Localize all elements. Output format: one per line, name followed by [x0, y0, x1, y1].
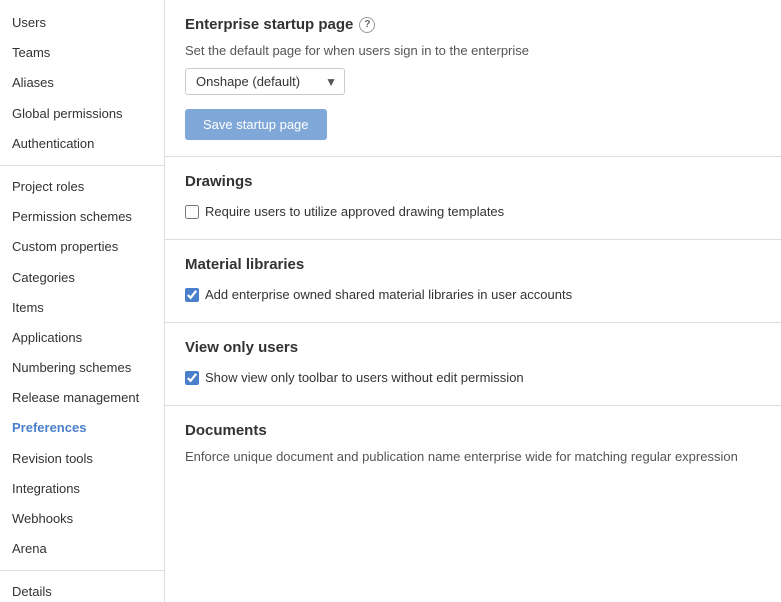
view-only-checkbox-label: Show view only toolbar to users without … — [205, 370, 524, 385]
sidebar-item-revision-tools[interactable]: Revision tools — [0, 444, 164, 474]
sidebar-item-teams[interactable]: Teams — [0, 38, 164, 68]
startup-title: Enterprise startup page ? — [185, 16, 761, 33]
drawings-checkbox-row[interactable]: Require users to utilize approved drawin… — [185, 200, 761, 223]
startup-description: Set the default page for when users sign… — [185, 43, 761, 58]
sidebar-item-global-permissions[interactable]: Global permissions — [0, 99, 164, 129]
drawings-title: Drawings — [185, 173, 761, 190]
sidebar-item-project-roles[interactable]: Project roles — [0, 172, 164, 202]
startup-title-text: Enterprise startup page — [185, 16, 353, 33]
sidebar-item-permission-schemes[interactable]: Permission schemes — [0, 202, 164, 232]
sidebar-item-categories[interactable]: Categories — [0, 263, 164, 293]
sidebar-item-authentication[interactable]: Authentication — [0, 129, 164, 159]
documents-title: Documents — [185, 422, 761, 439]
sidebar-item-details[interactable]: Details — [0, 577, 164, 602]
sidebar-item-release-management[interactable]: Release management — [0, 383, 164, 413]
sidebar-item-applications[interactable]: Applications — [0, 323, 164, 353]
sidebar-item-preferences[interactable]: Preferences — [0, 413, 164, 443]
view-only-checkbox-row[interactable]: Show view only toolbar to users without … — [185, 366, 761, 389]
sidebar-item-arena[interactable]: Arena — [0, 534, 164, 564]
view-only-checkbox[interactable] — [185, 371, 199, 385]
drawings-checkbox[interactable] — [185, 205, 199, 219]
main-content: Enterprise startup page ? Set the defaul… — [165, 0, 781, 602]
save-startup-button[interactable]: Save startup page — [185, 109, 327, 140]
view-only-title: View only users — [185, 339, 761, 356]
sidebar-item-integrations[interactable]: Integrations — [0, 474, 164, 504]
help-icon[interactable]: ? — [359, 17, 375, 33]
material-libraries-title: Material libraries — [185, 256, 761, 273]
sidebar-item-custom-properties[interactable]: Custom properties — [0, 232, 164, 262]
sidebar-divider — [0, 570, 164, 571]
sidebar-item-aliases[interactable]: Aliases — [0, 68, 164, 98]
sidebar-item-users[interactable]: Users — [0, 8, 164, 38]
material-libraries-checkbox[interactable] — [185, 288, 199, 302]
sidebar-item-webhooks[interactable]: Webhooks — [0, 504, 164, 534]
startup-dropdown[interactable]: Onshape (default)DocumentsDashboard — [185, 68, 345, 95]
material-libraries-section: Material libraries Add enterprise owned … — [165, 240, 781, 323]
material-libraries-checkbox-label: Add enterprise owned shared material lib… — [205, 287, 572, 302]
material-libraries-checkbox-row[interactable]: Add enterprise owned shared material lib… — [185, 283, 761, 306]
sidebar: UsersTeamsAliasesGlobal permissionsAuthe… — [0, 0, 165, 602]
drawings-checkbox-label: Require users to utilize approved drawin… — [205, 204, 504, 219]
documents-section: Documents Enforce unique document and pu… — [165, 406, 781, 490]
drawings-section: Drawings Require users to utilize approv… — [165, 157, 781, 240]
startup-dropdown-wrapper: Onshape (default)DocumentsDashboard ▼ — [185, 68, 345, 95]
sidebar-item-items[interactable]: Items — [0, 293, 164, 323]
documents-description: Enforce unique document and publication … — [185, 449, 761, 464]
view-only-section: View only users Show view only toolbar t… — [165, 323, 781, 406]
startup-page-section: Enterprise startup page ? Set the defaul… — [165, 0, 781, 157]
sidebar-divider — [0, 165, 164, 166]
sidebar-item-numbering-schemes[interactable]: Numbering schemes — [0, 353, 164, 383]
